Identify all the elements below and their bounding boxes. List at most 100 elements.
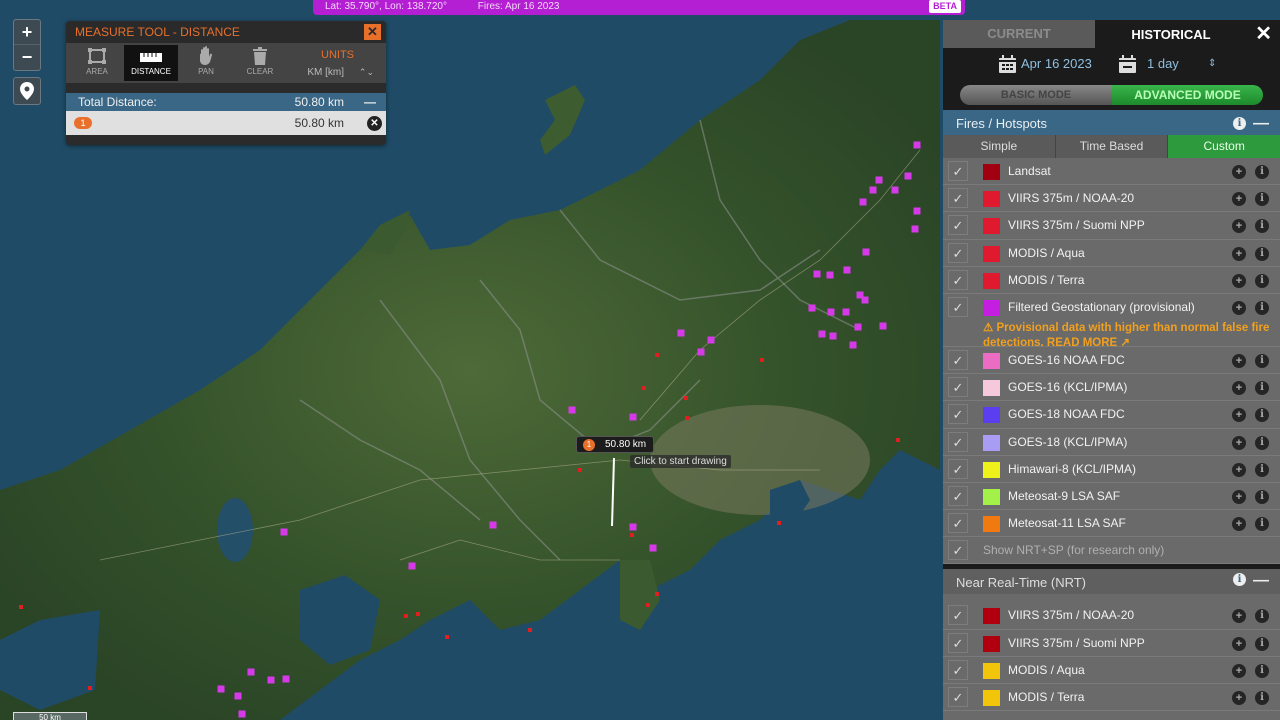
fire-marker[interactable] <box>19 605 23 609</box>
info-icon[interactable]: i <box>1255 408 1269 423</box>
hotspot-marker[interactable] <box>408 562 416 570</box>
fire-marker[interactable] <box>88 686 92 690</box>
hotspot-marker[interactable] <box>849 341 857 349</box>
fire-marker[interactable] <box>655 353 659 357</box>
nrt-header[interactable]: Near Real-Time (NRT) i — <box>943 564 1280 595</box>
units-select-arrow-icon[interactable]: ⌃⌄ <box>359 67 374 78</box>
hotspot-marker[interactable] <box>862 248 870 256</box>
tab-historical[interactable]: HISTORICAL <box>1095 20 1247 48</box>
layer-row[interactable]: ✓ GOES-16 NOAA FDC + i <box>943 346 1280 375</box>
layer-row[interactable]: ✓ Filtered Geostationary (provisional) + i ⚠… <box>943 293 1280 349</box>
checkbox[interactable]: ✓ <box>948 540 968 561</box>
hotspot-marker[interactable] <box>891 186 899 194</box>
layer-row[interactable]: ✓ MODIS / Aqua + i <box>943 239 1280 267</box>
hotspot-marker[interactable] <box>827 308 835 316</box>
hotspot-marker[interactable] <box>913 207 921 215</box>
checkbox[interactable]: ✓ <box>948 242 968 263</box>
checkbox[interactable]: ✓ <box>948 349 968 370</box>
fire-marker[interactable] <box>685 416 689 420</box>
checkbox[interactable]: ✓ <box>948 215 968 236</box>
layer-row[interactable]: ✓ VIIRS 375m / Suomi NPP + i <box>943 629 1280 657</box>
collapse-icon[interactable]: — <box>1253 567 1269 595</box>
add-layer-icon[interactable]: + <box>1232 408 1246 423</box>
remove-segment-icon[interactable]: ✕ <box>367 116 382 131</box>
fire-marker[interactable] <box>777 521 781 525</box>
hotspot-marker[interactable] <box>859 198 867 206</box>
layer-row[interactable]: ✓ GOES-18 (KCL/IPMA) + i <box>943 428 1280 456</box>
hotspot-marker[interactable] <box>904 172 912 180</box>
area-tool-button[interactable]: AREA <box>70 45 124 81</box>
fire-marker[interactable] <box>684 396 688 400</box>
hotspot-marker[interactable] <box>489 521 497 529</box>
layer-row[interactable]: ✓ MODIS / Terra + i <box>943 266 1280 294</box>
add-layer-icon[interactable]: + <box>1232 489 1246 504</box>
hotspot-marker[interactable] <box>247 668 255 676</box>
hotspot-marker[interactable] <box>813 270 821 278</box>
checkbox[interactable]: ✓ <box>948 458 968 479</box>
advanced-mode-button[interactable]: ADVANCED MODE <box>1112 85 1263 105</box>
fire-marker[interactable] <box>404 614 408 618</box>
hotspot-marker[interactable] <box>875 176 883 184</box>
layer-row[interactable]: ✓ Landsat + i <box>943 158 1280 186</box>
info-icon[interactable]: i <box>1255 219 1269 234</box>
layer-row[interactable]: ✓ Himawari-8 (KCL/IPMA) + i <box>943 455 1280 483</box>
info-icon[interactable]: i <box>1255 691 1269 705</box>
measure-close-button[interactable]: ✕ <box>364 24 381 40</box>
fire-marker[interactable] <box>642 386 646 390</box>
checkbox[interactable]: ✓ <box>948 605 968 626</box>
info-icon[interactable]: i <box>1255 192 1269 207</box>
add-layer-icon[interactable]: + <box>1232 381 1246 396</box>
checkbox[interactable]: ✓ <box>948 431 968 452</box>
add-layer-icon[interactable]: + <box>1232 517 1246 532</box>
hotspot-marker[interactable] <box>842 308 850 316</box>
add-layer-icon[interactable]: + <box>1232 609 1246 624</box>
add-layer-icon[interactable]: + <box>1232 636 1246 651</box>
hotspot-marker[interactable] <box>861 296 869 304</box>
checkbox[interactable]: ✓ <box>948 513 968 534</box>
hotspot-marker[interactable] <box>911 225 919 233</box>
subtab-custom[interactable]: Custom <box>1168 135 1280 158</box>
layer-row[interactable]: ✓ Meteosat-11 LSA SAF + i <box>943 510 1280 538</box>
fire-marker[interactable] <box>630 533 634 537</box>
basic-mode-button[interactable]: BASIC MODE <box>960 85 1112 105</box>
distance-tool-button[interactable]: DISTANCE <box>124 45 178 81</box>
info-icon[interactable]: i <box>1255 273 1269 288</box>
hotspot-marker[interactable] <box>913 141 921 149</box>
add-layer-icon[interactable]: + <box>1232 192 1246 207</box>
info-icon[interactable]: i <box>1255 435 1269 450</box>
layer-row[interactable]: ✓ GOES-16 (KCL/IPMA) + i <box>943 374 1280 402</box>
subtab-time-based[interactable]: Time Based <box>1056 135 1169 158</box>
checkbox[interactable]: ✓ <box>948 485 968 506</box>
layer-row[interactable]: ✓ Meteosat-9 LSA SAF + i <box>943 482 1280 511</box>
hotspot-marker[interactable] <box>267 676 275 684</box>
fire-marker[interactable] <box>646 603 650 607</box>
add-layer-icon[interactable]: + <box>1232 165 1246 179</box>
layer-row[interactable]: ✓ VIIRS 375m / NOAA-20 + i <box>943 602 1280 630</box>
date-value[interactable]: Apr 16 2023 <box>1021 56 1092 71</box>
add-layer-icon[interactable]: + <box>1232 353 1246 368</box>
add-layer-icon[interactable]: + <box>1232 246 1246 261</box>
checkbox[interactable]: ✓ <box>948 404 968 425</box>
subtab-simple[interactable]: Simple <box>943 135 1056 158</box>
layer-row[interactable]: ✓ MODIS / Aqua + i <box>943 656 1280 684</box>
info-icon[interactable]: i <box>1255 609 1269 624</box>
hotspot-marker[interactable] <box>697 348 705 356</box>
hotspot-marker[interactable] <box>217 685 225 693</box>
fire-marker[interactable] <box>528 628 532 632</box>
hotspot-marker[interactable] <box>829 332 837 340</box>
hotspot-marker[interactable] <box>629 413 637 421</box>
hotspot-marker[interactable] <box>808 304 816 312</box>
checkbox[interactable]: ✓ <box>948 687 968 707</box>
add-layer-icon[interactable]: + <box>1232 462 1246 477</box>
layer-row[interactable]: ✓ GOES-18 NOAA FDC + i <box>943 401 1280 429</box>
hotspot-marker[interactable] <box>677 329 685 337</box>
fire-marker[interactable] <box>445 635 449 639</box>
hotspot-marker[interactable] <box>843 266 851 274</box>
info-icon[interactable]: i <box>1233 117 1246 130</box>
fire-marker[interactable] <box>416 612 420 616</box>
hotspot-marker[interactable] <box>238 710 246 718</box>
add-layer-icon[interactable]: + <box>1232 663 1246 678</box>
fire-marker[interactable] <box>655 592 659 596</box>
duration-arrow-icon[interactable]: ⇕ <box>1208 58 1216 69</box>
layer-row[interactable]: ✓ VIIRS 375m / Suomi NPP + i <box>943 212 1280 240</box>
